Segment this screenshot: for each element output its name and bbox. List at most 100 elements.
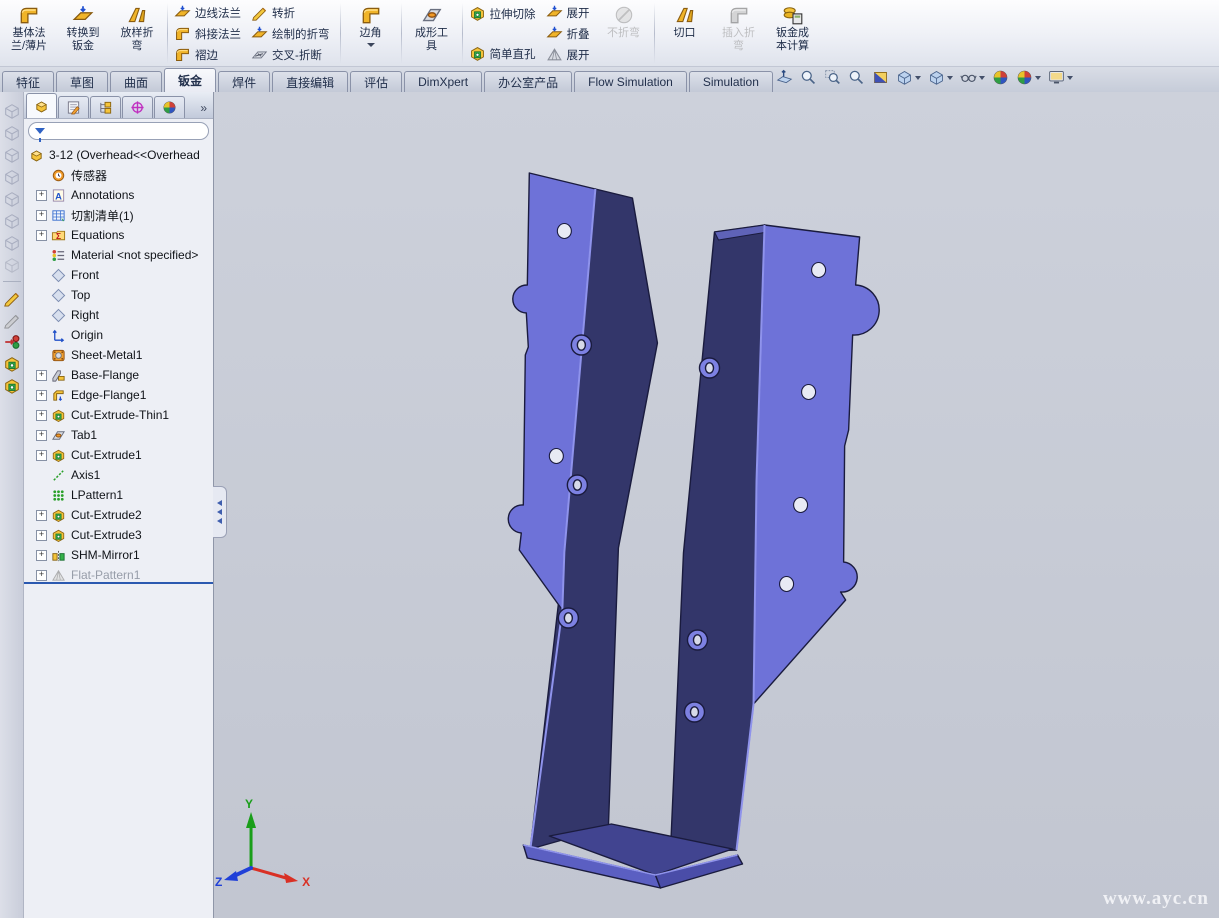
tab-simulation[interactable]: Simulation <box>689 71 773 92</box>
tree-item-annotations[interactable]: Annotations <box>24 185 213 205</box>
mate-icon[interactable] <box>3 333 21 351</box>
section-view-icon[interactable] <box>872 69 889 86</box>
tab-office-products[interactable]: 办公室产品 <box>484 71 572 92</box>
expand-toggle[interactable] <box>36 190 47 201</box>
sketched-bend-button[interactable]: 绘制的折弯 <box>248 23 337 44</box>
tree-item-edge-flange1[interactable]: Edge-Flange1 <box>24 385 213 405</box>
dropdown-caret[interactable] <box>947 76 953 80</box>
apply-scene-icon[interactable] <box>1016 69 1041 86</box>
magnifier-icon[interactable] <box>848 69 865 86</box>
tab-sheet-metal[interactable]: 钣金 <box>164 68 216 92</box>
tree-item-front-plane[interactable]: Front <box>24 265 213 285</box>
expand-toggle[interactable] <box>36 390 47 401</box>
view-cube-icon[interactable] <box>3 146 21 164</box>
view-cube-icon[interactable] <box>3 102 21 120</box>
tree-item-cut-extrude2[interactable]: Cut-Extrude2 <box>24 505 213 525</box>
tree-item-cut-extrude-thin1[interactable]: Cut-Extrude-Thin1 <box>24 405 213 425</box>
tree-item-base-flange[interactable]: Base-Flange <box>24 365 213 385</box>
tab-dimxpert[interactable]: DimXpert <box>404 71 482 92</box>
tree-item-cut-extrude3[interactable]: Cut-Extrude3 <box>24 525 213 545</box>
tab-features[interactable]: 特征 <box>2 71 54 92</box>
expand-toggle[interactable] <box>36 210 47 221</box>
dimension-icon[interactable] <box>3 311 21 329</box>
corner-dropdown-caret[interactable] <box>367 43 375 47</box>
view-cube-icon[interactable] <box>3 256 21 274</box>
zoom-to-fit-icon[interactable] <box>800 69 817 86</box>
tree-root-item[interactable]: 3-12 (Overhead<<Overhead <box>24 145 213 165</box>
panel-splitter[interactable] <box>213 486 227 538</box>
view-cube-icon[interactable] <box>3 190 21 208</box>
flatten-button[interactable]: 展开 <box>543 44 597 65</box>
extruded-cut-button[interactable]: 拉伸切除 <box>466 2 543 25</box>
joist-hanger-model[interactable]: Y X Z <box>214 92 1219 918</box>
edge-flange-button[interactable]: 边线法兰 <box>171 2 248 23</box>
expand-toggle[interactable] <box>36 430 47 441</box>
tab-direct-editing[interactable]: 直接编辑 <box>272 71 348 92</box>
tree-item-equations[interactable]: Equations <box>24 225 213 245</box>
expand-toggle[interactable] <box>36 230 47 241</box>
tree-item-tab1[interactable]: Tab1 <box>24 425 213 445</box>
forming-tool-button[interactable]: 成形工具 <box>405 1 459 66</box>
base-flange-button[interactable]: 基体法兰/薄片 <box>2 1 56 66</box>
expand-toggle[interactable] <box>36 530 47 541</box>
corner-button[interactable]: 边角 <box>344 1 398 66</box>
expand-toggle[interactable] <box>36 510 47 521</box>
tree-item-sensors[interactable]: 传感器 <box>24 165 213 185</box>
sketch-icon[interactable] <box>3 289 21 307</box>
rip-button[interactable]: 切口 <box>658 1 712 66</box>
convert-to-sheet-metal-button[interactable]: 转换到钣金 <box>56 1 110 66</box>
expand-toggle[interactable] <box>36 550 47 561</box>
sheet-metal-costing-button[interactable]: 钣金成本计算 <box>766 1 820 66</box>
displaymanager-tab[interactable] <box>154 96 185 118</box>
tree-item-shm-mirror1[interactable]: SHM-Mirror1 <box>24 545 213 565</box>
tree-item-cut-list[interactable]: 切割清单(1) <box>24 205 213 225</box>
miter-flange-button[interactable]: 斜接法兰 <box>171 23 248 44</box>
tree-item-top-plane[interactable]: Top <box>24 285 213 305</box>
expand-toggle[interactable] <box>36 450 47 461</box>
configurationmanager-tab[interactable] <box>90 96 121 118</box>
filter-input[interactable] <box>49 124 202 138</box>
propertymanager-tab[interactable] <box>58 96 89 118</box>
zoom-to-area-icon[interactable] <box>824 69 841 86</box>
tree-item-origin[interactable]: Origin <box>24 325 213 345</box>
tree-item-cut-extrude1[interactable]: Cut-Extrude1 <box>24 445 213 465</box>
panel-overflow-chevron[interactable]: » <box>200 101 211 118</box>
cross-break-button[interactable]: 交叉-折断 <box>248 44 337 65</box>
jog-button[interactable]: 转折 <box>248 2 337 23</box>
tree-item-sheet-metal1[interactable]: Sheet-Metal1 <box>24 345 213 365</box>
fold-button[interactable]: 折叠 <box>543 23 597 44</box>
view-cube-icon[interactable] <box>3 212 21 230</box>
tree-resize-bar[interactable] <box>24 582 213 584</box>
view-cube-icon[interactable] <box>3 124 21 142</box>
dropdown-caret[interactable] <box>915 76 921 80</box>
dropdown-caret[interactable] <box>1067 76 1073 80</box>
tab-surfaces[interactable]: 曲面 <box>110 71 162 92</box>
expand-toggle[interactable] <box>36 370 47 381</box>
tab-weldments[interactable]: 焊件 <box>218 71 270 92</box>
view-settings-icon[interactable] <box>1048 69 1073 86</box>
view-cube-icon[interactable] <box>3 168 21 186</box>
unfold-button[interactable]: 展开 <box>543 2 597 23</box>
graphics-viewport[interactable]: Y X Z www.ayc.cn <box>214 92 1219 918</box>
tree-item-material[interactable]: Material <not specified> <box>24 245 213 265</box>
expand-toggle[interactable] <box>36 410 47 421</box>
hem-button[interactable]: 褶边 <box>171 44 248 65</box>
tree-item-lpattern1[interactable]: LPattern1 <box>24 485 213 505</box>
lofted-bend-button[interactable]: 放样折弯 <box>110 1 164 66</box>
tree-filter-box[interactable] <box>28 122 209 140</box>
dropdown-caret[interactable] <box>979 76 985 80</box>
view-orientation-icon[interactable] <box>896 69 921 86</box>
dropdown-caret[interactable] <box>1035 76 1041 80</box>
edit-appearance-icon[interactable] <box>992 69 1009 86</box>
dimxpertmanager-tab[interactable] <box>122 96 153 118</box>
simple-hole-button[interactable]: 简单直孔 <box>466 42 543 65</box>
plane-arrow-icon[interactable] <box>776 69 793 86</box>
tab-sketch[interactable]: 草图 <box>56 71 108 92</box>
feature-cube-icon[interactable] <box>3 377 21 395</box>
tree-item-right-plane[interactable]: Right <box>24 305 213 325</box>
view-cube-icon[interactable] <box>3 234 21 252</box>
tab-flow-simulation[interactable]: Flow Simulation <box>574 71 687 92</box>
tab-evaluate[interactable]: 评估 <box>350 71 402 92</box>
featuremanager-tab[interactable] <box>26 93 57 118</box>
hide-show-items-icon[interactable] <box>960 69 985 86</box>
